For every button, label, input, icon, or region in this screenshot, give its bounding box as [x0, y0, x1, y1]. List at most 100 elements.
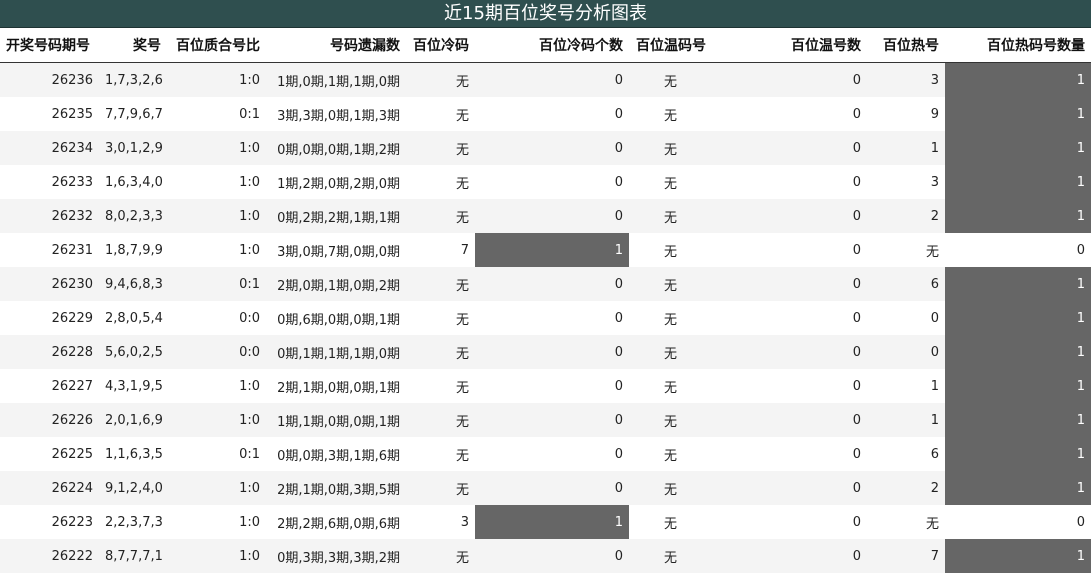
cell-cold-count: 0 — [475, 199, 629, 233]
cell-omission: 0期,2期,2期,1期,1期 — [266, 199, 406, 233]
cell-ratio: 1:0 — [167, 369, 266, 403]
cell-period: 26236 — [0, 62, 99, 97]
cell-number: 2,8,0,5,4 — [99, 301, 167, 335]
table-row: 26222 8,7,7,7,1 1:0 0期,3期,3期,3期,2期无 0 无 0 7 1 — [0, 539, 1091, 573]
cell-cold-count: 1 — [475, 505, 629, 539]
cell-hot-count: 0 — [945, 505, 1091, 539]
cell-hot: 2 — [867, 199, 945, 233]
cell-omission: 2期,0期,1期,0期,2期 — [266, 267, 406, 301]
cell-period: 26222 — [0, 539, 99, 573]
cell-cold-count: 0 — [475, 131, 629, 165]
cell-ratio: 0:1 — [167, 97, 266, 131]
table-row: 26236 1,7,3,2,6 1:0 1期,0期,1期,1期,0期无 0 无 0 3 1 — [0, 62, 1091, 97]
cell-ratio: 0:1 — [167, 267, 266, 301]
cell-warm: 无 — [629, 97, 712, 131]
cell-cold: 无 — [406, 97, 475, 131]
cell-warm: 无 — [629, 369, 712, 403]
cell-ratio: 0:1 — [167, 437, 266, 471]
table-row: 26224 9,1,2,4,0 1:0 2期,1期,0期,3期,5期无 0 无 0 2 1 — [0, 471, 1091, 505]
cell-number: 3,0,1,2,9 — [99, 131, 167, 165]
cell-omission: 1期,0期,1期,1期,0期 — [266, 62, 406, 97]
page-title: 近15期百位奖号分析图表 — [0, 0, 1091, 28]
cell-omission: 2期,1期,0期,0期,1期 — [266, 369, 406, 403]
cell-hot-count: 1 — [945, 437, 1091, 471]
cell-omission: 0期,3期,3期,3期,2期 — [266, 539, 406, 573]
cell-period: 26227 — [0, 369, 99, 403]
cell-omission: 0期,0期,0期,1期,2期 — [266, 131, 406, 165]
cell-warm: 无 — [629, 437, 712, 471]
column-header-omission[interactable]: 号码遗漏数 — [266, 28, 406, 63]
table-row: 26226 2,0,1,6,9 1:0 1期,1期,0期,0期,1期无 0 无 0 1 1 — [0, 403, 1091, 437]
cell-cold-count: 0 — [475, 97, 629, 131]
cell-cold-count: 0 — [475, 335, 629, 369]
table-row: 26229 2,8,0,5,4 0:0 0期,6期,0期,0期,1期无 0 无 0 0 1 — [0, 301, 1091, 335]
cell-cold: 无 — [406, 403, 475, 437]
cell-period: 26233 — [0, 165, 99, 199]
cell-period: 26223 — [0, 505, 99, 539]
column-header-number[interactable]: 奖号 — [99, 28, 167, 63]
cell-warm: 无 — [629, 505, 712, 539]
cell-warm-count: 0 — [712, 199, 867, 233]
cell-ratio: 1:0 — [167, 62, 266, 97]
cell-hot-count: 1 — [945, 165, 1091, 199]
cell-omission: 2期,1期,0期,3期,5期 — [266, 471, 406, 505]
column-header-hot[interactable]: 百位热号 — [867, 28, 945, 63]
cell-warm-count: 0 — [712, 437, 867, 471]
column-header-ratio[interactable]: 百位质合号比 — [167, 28, 266, 63]
column-header-cold[interactable]: 百位冷码 — [406, 28, 475, 63]
cell-hot-count: 1 — [945, 301, 1091, 335]
cell-ratio: 0:0 — [167, 335, 266, 369]
cell-warm: 无 — [629, 471, 712, 505]
column-header-cold-count[interactable]: 百位冷码个数 — [475, 28, 629, 63]
column-header-warm[interactable]: 百位温码号 — [629, 28, 712, 63]
cell-hot: 1 — [867, 131, 945, 165]
cell-number: 1,8,7,9,9 — [99, 233, 167, 267]
table-row: 26223 2,2,3,7,3 1:0 2期,2期,6期,0期,6期 3 1 无 0 无 0 — [0, 505, 1091, 539]
cell-warm-count: 0 — [712, 505, 867, 539]
cell-number: 8,7,7,7,1 — [99, 539, 167, 573]
cell-hot-count: 1 — [945, 471, 1091, 505]
cell-omission: 2期,2期,6期,0期,6期 — [266, 505, 406, 539]
cell-warm: 无 — [629, 62, 712, 97]
cell-cold-count: 0 — [475, 369, 629, 403]
cell-omission: 1期,2期,0期,2期,0期 — [266, 165, 406, 199]
cell-cold: 无 — [406, 369, 475, 403]
column-header-hot-count[interactable]: 百位热码号数量 — [945, 28, 1091, 63]
cell-hot-count: 1 — [945, 335, 1091, 369]
cell-warm-count: 0 — [712, 403, 867, 437]
cell-number: 9,4,6,8,3 — [99, 267, 167, 301]
column-header-warm-count[interactable]: 百位温号数 — [712, 28, 867, 63]
cell-ratio: 1:0 — [167, 131, 266, 165]
cell-warm-count: 0 — [712, 471, 867, 505]
cell-number: 5,6,0,2,5 — [99, 335, 167, 369]
column-header-period[interactable]: 开奖号码期号 — [0, 28, 99, 63]
cell-cold: 无 — [406, 301, 475, 335]
cell-cold-count: 1 — [475, 233, 629, 267]
cell-warm-count: 0 — [712, 131, 867, 165]
cell-cold: 无 — [406, 539, 475, 573]
cell-period: 26229 — [0, 301, 99, 335]
cell-cold: 无 — [406, 131, 475, 165]
cell-number: 8,0,2,3,3 — [99, 199, 167, 233]
table-row: 26234 3,0,1,2,9 1:0 0期,0期,0期,1期,2期无 0 无 0 1 1 — [0, 131, 1091, 165]
cell-warm: 无 — [629, 335, 712, 369]
cell-ratio: 1:0 — [167, 403, 266, 437]
cell-omission: 3期,3期,0期,1期,3期 — [266, 97, 406, 131]
cell-hot: 0 — [867, 335, 945, 369]
cell-warm-count: 0 — [712, 233, 867, 267]
cell-warm: 无 — [629, 199, 712, 233]
table-row: 26227 4,3,1,9,5 1:0 2期,1期,0期,0期,1期无 0 无 0 1 1 — [0, 369, 1091, 403]
cell-warm-count: 0 — [712, 165, 867, 199]
cell-period: 26232 — [0, 199, 99, 233]
cell-ratio: 1:0 — [167, 471, 266, 505]
cell-warm-count: 0 — [712, 369, 867, 403]
cell-period: 26225 — [0, 437, 99, 471]
cell-period: 26234 — [0, 131, 99, 165]
cell-omission: 0期,1期,1期,1期,0期 — [266, 335, 406, 369]
table-row: 26231 1,8,7,9,9 1:0 3期,0期,7期,0期,0期 7 1 无 0 无 0 — [0, 233, 1091, 267]
table-row: 26228 5,6,0,2,5 0:0 0期,1期,1期,1期,0期无 0 无 0 0 1 — [0, 335, 1091, 369]
cell-warm: 无 — [629, 267, 712, 301]
cell-period: 26228 — [0, 335, 99, 369]
cell-warm: 无 — [629, 301, 712, 335]
cell-hot: 6 — [867, 437, 945, 471]
